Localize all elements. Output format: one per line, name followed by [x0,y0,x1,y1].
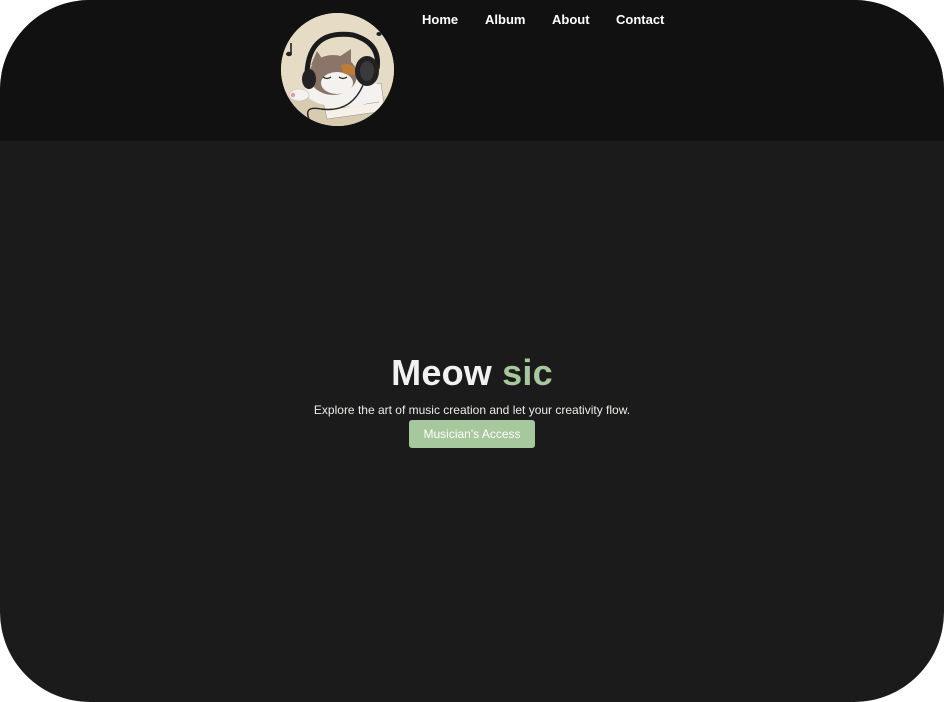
hero-section: Meow sic Explore the art of music creati… [0,350,944,448]
site-header: Home Album About Contact [0,0,944,141]
hero-title-accent: sic [502,352,553,393]
nav-link-contact[interactable]: Contact [616,12,664,28]
main-nav: Home Album About Contact [0,12,944,32]
hero-title-main: Meow [391,352,492,393]
musicians-access-button[interactable]: Musician's Access [409,420,535,448]
nav-link-home[interactable]: Home [422,12,458,28]
nav-link-album[interactable]: Album [485,12,525,28]
app-frame: Home Album About Contact Meow sic Explor… [0,0,944,702]
nav-link-about[interactable]: About [552,12,590,28]
hero-title: Meow sic [0,350,944,396]
hero-subtitle: Explore the art of music creation and le… [313,403,631,417]
